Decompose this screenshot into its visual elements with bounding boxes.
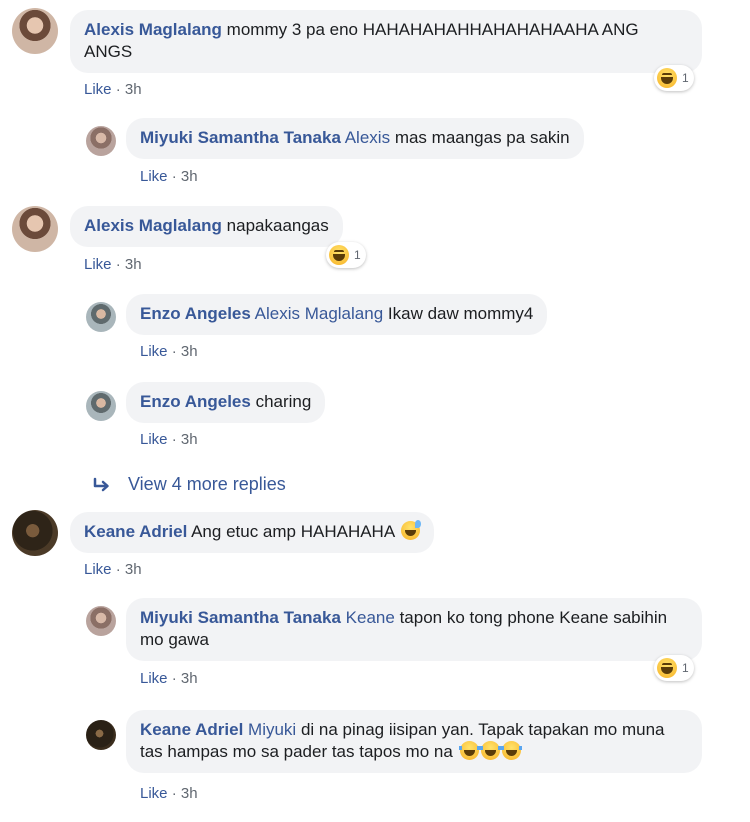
comment-meta: Like · 3h (84, 81, 142, 98)
reaction-count: 1 (682, 661, 689, 675)
avatar[interactable] (86, 302, 116, 332)
avatar[interactable] (12, 8, 58, 54)
haha-reaction-icon (657, 68, 677, 88)
meta-separator: · (115, 256, 121, 273)
like-link[interactable]: Like (140, 343, 168, 360)
comment-meta: Like · 3h (84, 561, 142, 578)
meta-separator: · (171, 670, 177, 687)
like-link[interactable]: Like (140, 431, 168, 448)
like-link[interactable]: Like (140, 168, 168, 185)
comment-meta: Like · 3h (140, 168, 198, 185)
comment-meta: Like · 3h (140, 431, 198, 448)
comment-bubble: Keane Adriel Ang etuc amp HAHAHAHA (70, 512, 434, 553)
comment-time[interactable]: 3h (181, 431, 198, 448)
comment-time[interactable]: 3h (181, 670, 198, 687)
comment-author[interactable]: Miyuki Samantha Tanaka (140, 608, 341, 627)
avatar[interactable] (86, 606, 116, 636)
meta-separator: · (115, 81, 121, 98)
comment-meta: Like · 3h (140, 670, 198, 687)
comment-meta: Like · 3h (84, 256, 142, 273)
avatar[interactable] (86, 391, 116, 421)
comment-author[interactable]: Alexis Maglalang (84, 216, 222, 235)
mention-tag[interactable]: Miyuki (248, 720, 296, 739)
comment-author[interactable]: Enzo Angeles (140, 392, 251, 411)
reaction-badge[interactable]: 1 (326, 242, 366, 268)
reply-bubble: Enzo Angeles Alexis Maglalang Ikaw daw m… (126, 294, 548, 335)
comment-time[interactable]: 3h (125, 256, 142, 273)
meta-separator: · (171, 431, 177, 448)
meta-separator: · (171, 168, 177, 185)
mention-tag[interactable]: Alexis Maglalang (255, 304, 384, 323)
avatar[interactable] (12, 206, 58, 252)
avatar[interactable] (12, 510, 58, 556)
comment-bubble: Alexis Maglalang mommy 3 pa eno HAHAHAHA… (70, 10, 702, 73)
tears-of-joy-emoji (479, 741, 501, 760)
comment-text: Ikaw daw mommy4 (387, 304, 534, 323)
meta-separator: · (171, 785, 177, 802)
comment-time[interactable]: 3h (125, 81, 142, 98)
comment-text: mas maangas pa sakin (394, 128, 570, 147)
haha-reaction-icon (657, 658, 677, 678)
reaction-count: 1 (682, 71, 689, 85)
comment-bubble: Alexis Maglalang napakaangas (70, 206, 343, 247)
haha-reaction-icon (329, 245, 349, 265)
grinning-sweat-emoji (400, 520, 421, 540)
reply-bubble: Enzo Angeles charing (126, 382, 326, 423)
comment-author[interactable]: Miyuki Samantha Tanaka (140, 128, 341, 147)
reply-arrow-icon (92, 476, 114, 494)
reaction-badge[interactable]: 1 (654, 655, 694, 681)
comment-text: napakaangas (226, 216, 329, 235)
meta-separator: · (171, 343, 177, 360)
reply-bubble: Miyuki Samantha Tanaka Keane tapon ko to… (126, 598, 702, 661)
tears-of-joy-emoji (458, 741, 480, 760)
like-link[interactable]: Like (84, 81, 112, 98)
comment-time[interactable]: 3h (181, 785, 198, 802)
avatar[interactable] (86, 720, 116, 750)
comment-time[interactable]: 3h (181, 168, 198, 185)
reply-bubble: Miyuki Samantha Tanaka Alexis mas maanga… (126, 118, 584, 159)
view-more-replies-link[interactable]: View 4 more replies (92, 474, 286, 495)
like-link[interactable]: Like (140, 670, 168, 687)
reaction-badge[interactable]: 1 (654, 65, 694, 91)
avatar[interactable] (86, 126, 116, 156)
meta-separator: · (115, 561, 121, 578)
like-link[interactable]: Like (84, 256, 112, 273)
like-link[interactable]: Like (84, 561, 112, 578)
mention-tag[interactable]: Keane (346, 608, 395, 627)
comment-meta: Like · 3h (140, 343, 198, 360)
view-more-label[interactable]: View 4 more replies (128, 474, 286, 495)
comment-meta: Like · 3h (140, 785, 198, 802)
reply-bubble: Keane Adriel Miyuki di na pinag iisipan … (126, 710, 702, 773)
comment-time[interactable]: 3h (125, 561, 142, 578)
tears-of-joy-emoji (500, 741, 522, 760)
comment-author[interactable]: Keane Adriel (140, 720, 243, 739)
comment-time[interactable]: 3h (181, 343, 198, 360)
mention-tag[interactable]: Alexis (345, 128, 390, 147)
like-link[interactable]: Like (140, 785, 168, 802)
reaction-count: 1 (354, 248, 361, 262)
comment-author[interactable]: Alexis Maglalang (84, 20, 222, 39)
comment-author[interactable]: Enzo Angeles (140, 304, 251, 323)
comment-author[interactable]: Keane Adriel (84, 522, 187, 541)
comment-text: Ang etuc amp HAHAHAHA (191, 522, 395, 541)
comment-text: charing (255, 392, 312, 411)
